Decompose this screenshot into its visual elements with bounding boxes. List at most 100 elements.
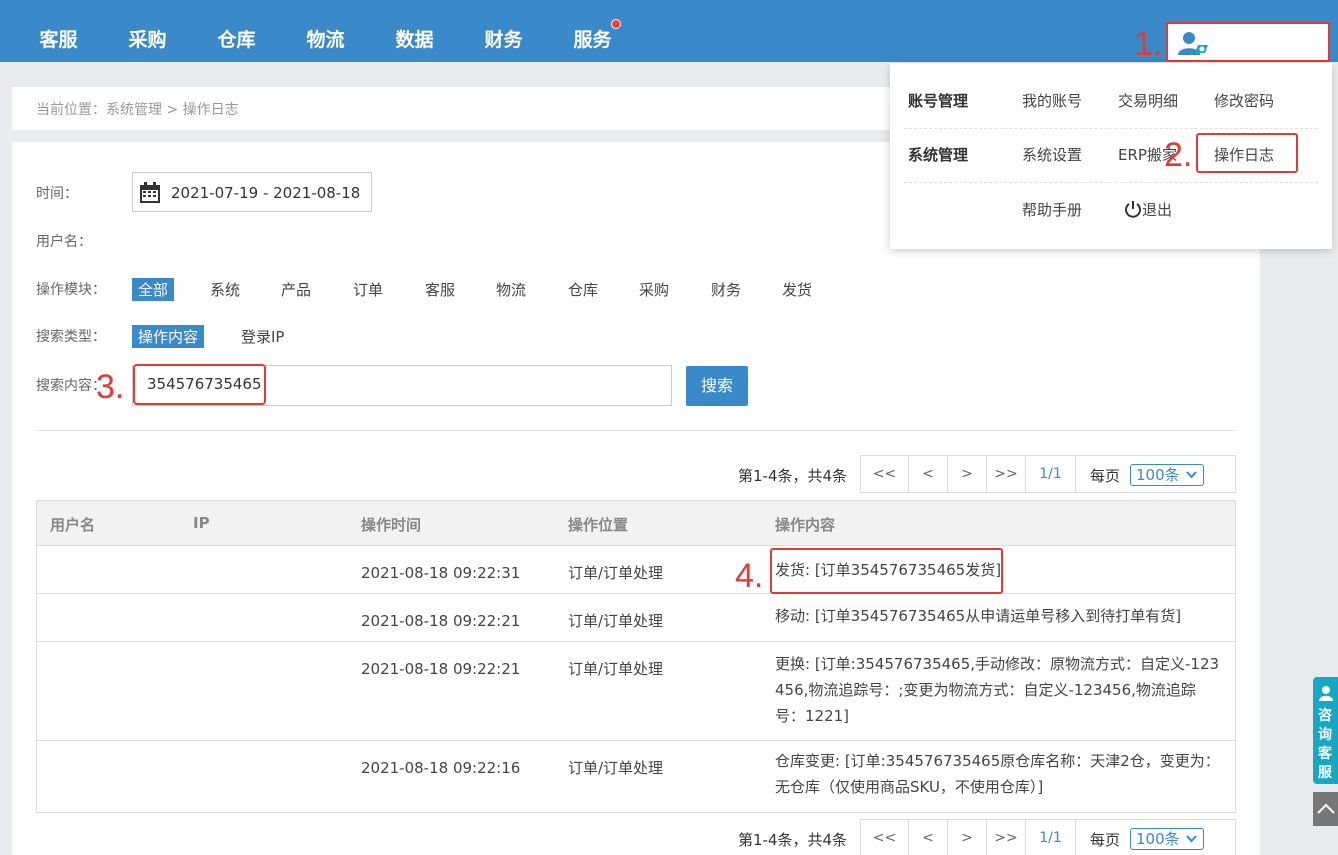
module-logistics[interactable]: 物流 bbox=[496, 279, 526, 300]
row-location: 订单/订单处理 bbox=[568, 759, 664, 777]
pager-top: << < > >> 1/1 每页 100条 bbox=[860, 455, 1236, 493]
pager-next[interactable]: > bbox=[948, 820, 987, 855]
divider bbox=[36, 430, 1236, 431]
pager-last[interactable]: >> bbox=[987, 456, 1026, 492]
search-type-label: 搜索类型： bbox=[36, 329, 106, 345]
row-time: 2021-08-18 09:22:16 bbox=[361, 759, 521, 777]
user-menu-button[interactable] bbox=[1166, 22, 1330, 62]
th-time: 操作时间 bbox=[361, 516, 422, 534]
module-product[interactable]: 产品 bbox=[281, 279, 311, 300]
chevron-up-icon bbox=[1317, 803, 1335, 814]
system-management-heading: 系统管理 bbox=[908, 146, 969, 164]
per-page-label: 每页 bbox=[1090, 467, 1121, 485]
pager-first[interactable]: << bbox=[861, 456, 909, 492]
module-service[interactable]: 客服 bbox=[425, 279, 455, 300]
operation-log-link[interactable]: 操作日志 bbox=[1214, 144, 1274, 165]
username-label: 用户名： bbox=[36, 234, 92, 250]
pager-prev[interactable]: < bbox=[909, 820, 948, 855]
search-value: 354576735465 bbox=[147, 375, 262, 393]
pager-first[interactable]: << bbox=[861, 820, 909, 855]
row-time: 2021-08-18 09:22:21 bbox=[361, 612, 521, 630]
help-manual-link[interactable]: 帮助手册 bbox=[1022, 199, 1082, 220]
module-purchase[interactable]: 采购 bbox=[639, 279, 669, 300]
annotation-1: 1. bbox=[1134, 25, 1163, 63]
date-range-value: 2021-07-19 - 2021-08-18 bbox=[171, 184, 361, 202]
row-content: 仓库变更: [订单:354576735465原仓库名称：天津2仓，变更为：无仓库… bbox=[775, 752, 1220, 796]
th-content: 操作内容 bbox=[775, 516, 836, 534]
row-location: 订单/订单处理 bbox=[568, 660, 664, 678]
pager-next[interactable]: > bbox=[948, 456, 987, 492]
row-time: 2021-08-18 09:22:31 bbox=[361, 564, 521, 582]
top-nav: 客服 采购 仓库 物流 数据 财务 服务 bbox=[14, 0, 637, 62]
pager-last[interactable]: >> bbox=[987, 820, 1026, 855]
power-icon bbox=[1125, 201, 1141, 218]
per-page: 每页 100条 bbox=[1076, 820, 1235, 855]
chevron-down-icon bbox=[1186, 471, 1197, 479]
logout-link[interactable]: 退出 bbox=[1124, 199, 1172, 220]
module-order[interactable]: 订单 bbox=[353, 279, 383, 300]
type-content[interactable]: 操作内容 bbox=[132, 325, 205, 348]
back-to-top-button[interactable] bbox=[1313, 792, 1338, 826]
per-page-label: 每页 bbox=[1090, 831, 1121, 849]
per-page-select[interactable]: 100条 bbox=[1130, 464, 1204, 486]
nav-shuju[interactable]: 数据 bbox=[370, 0, 459, 62]
pager-prev[interactable]: < bbox=[909, 456, 948, 492]
my-account-link[interactable]: 我的账号 bbox=[1022, 90, 1082, 111]
nav-caiwu[interactable]: 财务 bbox=[459, 0, 548, 62]
system-settings-link[interactable]: 系统设置 bbox=[1022, 144, 1082, 165]
consult-service-button[interactable]: 咨询客服 bbox=[1313, 677, 1338, 784]
nav-fuwu-label: 服务 bbox=[573, 29, 612, 51]
per-page: 每页 100条 bbox=[1076, 456, 1235, 492]
module-all[interactable]: 全部 bbox=[132, 278, 175, 301]
annotation-3: 3. bbox=[96, 368, 125, 406]
change-password-link[interactable]: 修改密码 bbox=[1214, 90, 1274, 111]
module-warehouse[interactable]: 仓库 bbox=[568, 279, 598, 300]
module-system[interactable]: 系统 bbox=[210, 279, 240, 300]
pager-bottom: << < > >> 1/1 每页 100条 bbox=[860, 819, 1236, 855]
menu-divider bbox=[904, 182, 1318, 183]
date-range-input[interactable]: 2021-07-19 - 2021-08-18 bbox=[132, 172, 372, 212]
row-location: 订单/订单处理 bbox=[568, 564, 664, 582]
per-page-select[interactable]: 100条 bbox=[1130, 828, 1204, 850]
module-label: 操作模块： bbox=[36, 282, 106, 298]
notification-dot bbox=[611, 19, 621, 29]
log-table: 用户名 IP 操作时间 操作位置 操作内容 2021-08-18 09:22:3… bbox=[36, 500, 1236, 813]
row-content: 更换: [订单:354576735465,手动修改：原物流方式：自定义-1234… bbox=[775, 655, 1220, 725]
row-content: 移动: [订单354576735465从申请运单号移入到待打单有货] bbox=[775, 607, 1182, 625]
th-location: 操作位置 bbox=[568, 516, 629, 534]
nav-cangku[interactable]: 仓库 bbox=[192, 0, 281, 62]
search-button[interactable]: 搜索 bbox=[686, 366, 748, 406]
table-row: 2021-08-18 09:22:21 订单/订单处理 更换: [订单:3545… bbox=[37, 642, 1235, 741]
nav-fuwu[interactable]: 服务 bbox=[548, 0, 637, 62]
user-dropdown-menu: 账号管理 我的账号 交易明细 修改密码 系统管理 系统设置 ERP搬家 2. 操… bbox=[890, 63, 1332, 249]
nav-kefu[interactable]: 客服 bbox=[14, 0, 103, 62]
per-page-value: 100条 bbox=[1136, 830, 1180, 848]
table-row: 2021-08-18 09:22:16 订单/订单处理 仓库变更: [订单:35… bbox=[37, 741, 1235, 812]
row-content: 发货: [订单354576735465发货] bbox=[775, 561, 1002, 579]
nav-wuliu[interactable]: 物流 bbox=[281, 0, 370, 62]
row-location: 订单/订单处理 bbox=[568, 612, 664, 630]
row-time: 2021-08-18 09:22:21 bbox=[361, 660, 521, 678]
module-finance[interactable]: 财务 bbox=[711, 279, 741, 300]
time-label: 时间： bbox=[36, 186, 78, 202]
type-login-ip[interactable]: 登录IP bbox=[241, 326, 284, 347]
customer-service-icon bbox=[1319, 686, 1333, 701]
per-page-value: 100条 bbox=[1136, 466, 1180, 484]
chevron-down-icon bbox=[1186, 835, 1197, 843]
table-row: 2021-08-18 09:22:31 订单/订单处理 发货: [订单35457… bbox=[37, 546, 1235, 594]
pager-info-bottom: 第1-4条，共4条 bbox=[738, 831, 848, 849]
table-header: 用户名 IP 操作时间 操作位置 操作内容 bbox=[37, 501, 1235, 546]
pager-info-top: 第1-4条，共4条 bbox=[738, 467, 848, 485]
th-username: 用户名 bbox=[50, 516, 96, 534]
annotation-4: 4. bbox=[735, 557, 764, 595]
user-settings-icon bbox=[1178, 32, 1208, 55]
nav-caigou[interactable]: 采购 bbox=[103, 0, 192, 62]
table-row: 2021-08-18 09:22:21 订单/订单处理 移动: [订单35457… bbox=[37, 594, 1235, 642]
pager-current: 1/1 bbox=[1026, 820, 1076, 855]
logout-label: 退出 bbox=[1142, 201, 1173, 219]
transactions-link[interactable]: 交易明细 bbox=[1118, 90, 1178, 111]
menu-divider bbox=[904, 128, 1318, 129]
annotation-2: 2. bbox=[1164, 136, 1193, 174]
module-shipping[interactable]: 发货 bbox=[782, 279, 812, 300]
calendar-icon bbox=[140, 182, 160, 203]
